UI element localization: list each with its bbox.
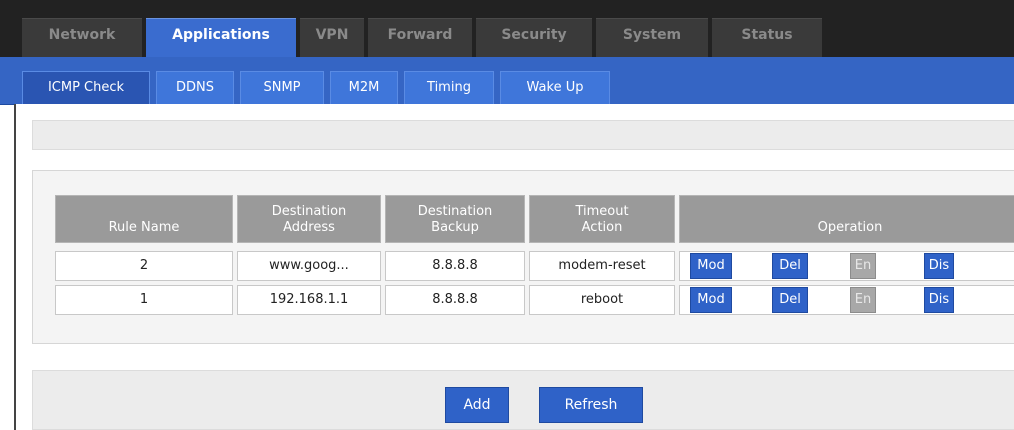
table-row-cell-dest-backup: 8.8.8.8 xyxy=(385,285,525,315)
sub-nav-tabs: ICMP Check DDNS SNMP M2M Timing Wake Up xyxy=(22,71,616,104)
mod-button[interactable]: Mod xyxy=(690,287,732,313)
tab-forward[interactable]: Forward xyxy=(368,18,472,57)
refresh-button[interactable]: Refresh xyxy=(539,387,643,423)
main-nav-bar: Network Applications VPN Forward Securit… xyxy=(0,0,1014,57)
tab-vpn[interactable]: VPN xyxy=(300,18,364,57)
en-button[interactable]: En xyxy=(850,253,876,279)
content-area: Rule Name Destination Address Destinatio… xyxy=(16,104,1014,430)
dis-button[interactable]: Dis xyxy=(924,253,954,279)
en-button[interactable]: En xyxy=(850,287,876,313)
del-button[interactable]: Del xyxy=(772,253,808,279)
tab-security[interactable]: Security xyxy=(476,18,592,57)
table-row-cell-rule-name: 2 xyxy=(55,251,233,281)
col-header-destination-address: Destination Address xyxy=(237,195,381,243)
table-row-cell-dest-address: www.goog... xyxy=(237,251,381,281)
section-header-bar xyxy=(32,120,1014,150)
mod-button[interactable]: Mod xyxy=(690,253,732,279)
tab-network[interactable]: Network xyxy=(22,18,142,57)
tab-snmp[interactable]: SNMP xyxy=(240,71,324,104)
col-header-rule-name: Rule Name xyxy=(55,195,233,243)
table-row-cell-operation: Mod Del En Dis xyxy=(679,251,1014,281)
col-header-destination-backup: Destination Backup xyxy=(385,195,525,243)
rules-table: Rule Name Destination Address Destinatio… xyxy=(32,170,1014,344)
tab-timing[interactable]: Timing xyxy=(404,71,494,104)
table-row-cell-timeout-action: modem-reset xyxy=(529,251,675,281)
tab-icmp-check[interactable]: ICMP Check xyxy=(22,71,150,104)
add-button[interactable]: Add xyxy=(445,387,509,423)
tab-system[interactable]: System xyxy=(596,18,708,57)
table-row-cell-dest-address: 192.168.1.1 xyxy=(237,285,381,315)
table-row-cell-rule-name: 1 xyxy=(55,285,233,315)
tab-ddns[interactable]: DDNS xyxy=(156,71,234,104)
tab-wake-up[interactable]: Wake Up xyxy=(500,71,610,104)
table-row-cell-timeout-action: reboot xyxy=(529,285,675,315)
table-row-cell-operation: Mod Del En Dis xyxy=(679,285,1014,315)
del-button[interactable]: Del xyxy=(772,287,808,313)
table-row-cell-dest-backup: 8.8.8.8 xyxy=(385,251,525,281)
tab-applications[interactable]: Applications xyxy=(146,18,296,57)
tab-m2m[interactable]: M2M xyxy=(330,71,398,104)
sub-nav-bar: ICMP Check DDNS SNMP M2M Timing Wake Up xyxy=(0,57,1014,105)
dis-button[interactable]: Dis xyxy=(924,287,954,313)
main-nav-tabs: Network Applications VPN Forward Securit… xyxy=(22,18,826,57)
col-header-timeout-action: Timeout Action xyxy=(529,195,675,243)
tab-status[interactable]: Status xyxy=(712,18,822,57)
col-header-operation: Operation xyxy=(679,195,1014,243)
footer-action-bar: Add Refresh xyxy=(32,370,1014,430)
